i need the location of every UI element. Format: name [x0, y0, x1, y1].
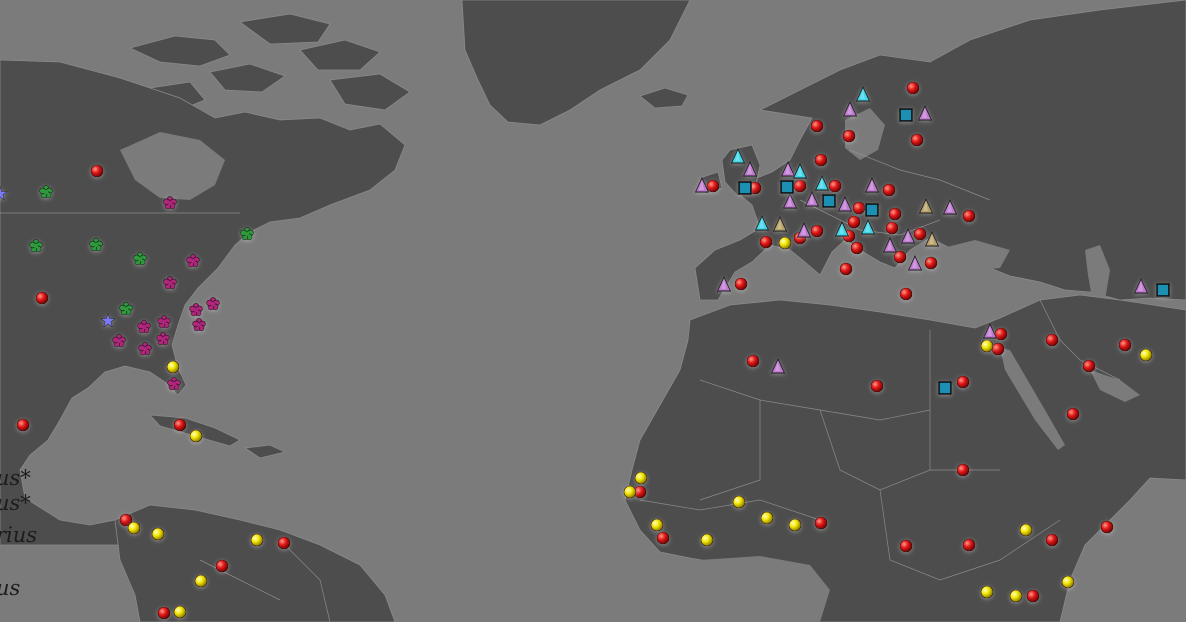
red-dot-marker-34[interactable] — [746, 354, 760, 368]
red-dot-marker-35[interactable] — [870, 379, 884, 393]
world-map[interactable] — [0, 0, 1186, 622]
yellow-dot-marker-18[interactable] — [980, 585, 994, 599]
yellow-dot-marker-1[interactable] — [189, 429, 203, 443]
yellow-dot-marker-4[interactable] — [250, 533, 264, 547]
red-dot-marker-16[interactable] — [828, 179, 842, 193]
yellow-dot-marker-11[interactable] — [623, 485, 637, 499]
red-dot-marker-23[interactable] — [847, 215, 861, 229]
red-dot-marker-8[interactable] — [706, 179, 720, 193]
yellow-dot-marker-0[interactable] — [166, 360, 180, 374]
teal-square-marker-0[interactable] — [738, 181, 752, 195]
red-dot-marker-42[interactable] — [1118, 338, 1132, 352]
red-dot-marker-29[interactable] — [962, 209, 976, 223]
red-dot-marker-17[interactable] — [882, 183, 896, 197]
yellow-dot-marker-14[interactable] — [732, 495, 746, 509]
red-dot-marker-43[interactable] — [956, 463, 970, 477]
red-dot-marker-32[interactable] — [734, 277, 748, 291]
yellow-dot-marker-5[interactable] — [194, 574, 208, 588]
red-dot-marker-49[interactable] — [1045, 533, 1059, 547]
red-dot-marker-40[interactable] — [1082, 359, 1096, 373]
yellow-dot-marker-2[interactable] — [127, 521, 141, 535]
red-dot-marker-28[interactable] — [888, 207, 902, 221]
yellow-dot-marker-9[interactable] — [1139, 348, 1153, 362]
red-dot-marker-14[interactable] — [906, 81, 920, 95]
red-dot-marker-15[interactable] — [910, 133, 924, 147]
red-dot-marker-41[interactable] — [1066, 407, 1080, 421]
red-dot-marker-46[interactable] — [814, 516, 828, 530]
red-dot-marker-45[interactable] — [656, 531, 670, 545]
red-dot-marker-25[interactable] — [913, 227, 927, 241]
yellow-dot-marker-15[interactable] — [760, 511, 774, 525]
yellow-dot-marker-20[interactable] — [1061, 575, 1075, 589]
yellow-dot-marker-10[interactable] — [634, 471, 648, 485]
yellow-dot-marker-19[interactable] — [1009, 589, 1023, 603]
teal-square-marker-1[interactable] — [780, 180, 794, 194]
legend-fragment-3: rius — [0, 523, 38, 547]
teal-square-marker-6[interactable] — [865, 203, 879, 217]
red-dot-marker-47[interactable] — [899, 539, 913, 553]
red-dot-marker-26[interactable] — [893, 250, 907, 264]
legend-fragment-2: us* — [0, 491, 31, 515]
yellow-dot-marker-7[interactable] — [778, 236, 792, 250]
yellow-dot-marker-8[interactable] — [980, 339, 994, 353]
red-dot-marker-51[interactable] — [1026, 589, 1040, 603]
red-dot-marker-22[interactable] — [850, 241, 864, 255]
red-dot-marker-24[interactable] — [885, 221, 899, 235]
teal-square-marker-3[interactable] — [899, 108, 913, 122]
red-dot-marker-36[interactable] — [956, 375, 970, 389]
yellow-dot-marker-17[interactable] — [1019, 523, 1033, 537]
teal-square-marker-5[interactable] — [1156, 283, 1170, 297]
yellow-dot-marker-3[interactable] — [151, 527, 165, 541]
legend-fragment-5: us — [0, 576, 21, 600]
red-dot-marker-38[interactable] — [991, 342, 1005, 356]
red-dot-marker-18[interactable] — [759, 235, 773, 249]
yellow-dot-marker-6[interactable] — [173, 605, 187, 619]
yellow-dot-marker-13[interactable] — [700, 533, 714, 547]
legend-fragment-1: us* — [0, 466, 31, 490]
yellow-dot-marker-12[interactable] — [650, 518, 664, 532]
yellow-dot-marker-16[interactable] — [788, 518, 802, 532]
red-dot-marker-0[interactable] — [90, 164, 104, 178]
red-dot-marker-39[interactable] — [1045, 333, 1059, 347]
teal-square-marker-4[interactable] — [938, 381, 952, 395]
red-dot-marker-13[interactable] — [814, 153, 828, 167]
teal-square-marker-2[interactable] — [822, 194, 836, 208]
red-dot-marker-50[interactable] — [1100, 520, 1114, 534]
red-dot-marker-5[interactable] — [215, 559, 229, 573]
red-dot-marker-6[interactable] — [277, 536, 291, 550]
red-dot-marker-2[interactable] — [16, 418, 30, 432]
red-dot-marker-27[interactable] — [924, 256, 938, 270]
red-dot-marker-20[interactable] — [810, 224, 824, 238]
red-dot-marker-7[interactable] — [157, 606, 171, 620]
red-dot-marker-33[interactable] — [852, 201, 866, 215]
red-dot-marker-31[interactable] — [899, 287, 913, 301]
red-dot-marker-11[interactable] — [810, 119, 824, 133]
red-dot-marker-12[interactable] — [842, 129, 856, 143]
red-dot-marker-1[interactable] — [35, 291, 49, 305]
red-dot-marker-10[interactable] — [793, 179, 807, 193]
red-dot-marker-30[interactable] — [839, 262, 853, 276]
red-dot-marker-3[interactable] — [173, 418, 187, 432]
red-dot-marker-48[interactable] — [962, 538, 976, 552]
